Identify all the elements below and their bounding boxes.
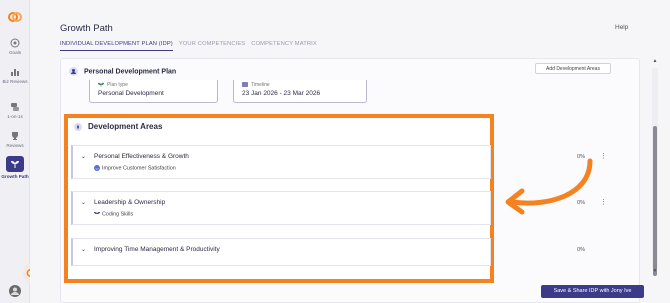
timeline-label: Timeline	[242, 82, 270, 88]
compass-icon	[74, 122, 82, 131]
development-area-goal: Coding Skills	[94, 211, 133, 217]
user-avatar-icon[interactable]	[9, 285, 21, 297]
timeline-field[interactable]: Timeline 23 Jan 2026 - 23 Mar 2026	[233, 80, 367, 103]
development-area-row[interactable]: ⌄ Improving Time Management & Productivi…	[71, 238, 491, 266]
page-title: Growth Path	[60, 23, 113, 34]
chevron-down-icon[interactable]: ⌄	[81, 246, 86, 253]
tab-competency-matrix[interactable]: COMPETENCY MATRIX	[251, 41, 317, 51]
trophy-icon	[12, 132, 18, 140]
sidebar-item-goals[interactable]: Goals	[0, 38, 30, 55]
tab-bar: INDIVIDUAL DEVELOPMENT PLAN (IDP) YOUR C…	[60, 41, 317, 51]
sidebar-item-reviews[interactable]: Reviews	[0, 131, 30, 148]
sidebar-item-label: 1-on-1s	[7, 114, 23, 119]
sidebar-item-label: Reviews	[6, 143, 24, 148]
help-link[interactable]: Help	[615, 24, 628, 31]
development-areas-header: Development Areas	[74, 122, 162, 131]
development-area-row[interactable]: ⌄ Leadership & Ownership Coding Skills	[71, 191, 491, 225]
development-area-goal: Improve Customer Satisfaction	[94, 165, 176, 171]
development-area-name: Personal Effectiveness & Growth	[94, 153, 189, 160]
plan-type-label-text: Plan type	[107, 82, 128, 88]
sprout-icon	[98, 82, 104, 88]
development-area-row[interactable]: ⌄ Personal Effectiveness & Growth Improv…	[71, 145, 491, 179]
sidebar-item-label: Biz Reviews	[2, 79, 28, 84]
add-development-areas-button[interactable]: Add Development Areas	[535, 63, 611, 74]
development-area-goal-text: Coding Skills	[102, 211, 134, 218]
target-icon	[10, 38, 20, 48]
development-areas-title: Development Areas	[88, 122, 163, 131]
development-areas-panel: Development Areas ⌄ Personal Effectivene…	[64, 114, 494, 283]
timeline-value: 23 Jan 2026 - 23 Mar 2026	[242, 90, 321, 97]
chevron-down-icon[interactable]: ⌄	[81, 153, 86, 160]
plan-type-field[interactable]: Plan type Personal Development	[89, 80, 218, 103]
chat-icon	[11, 103, 19, 111]
sidebar-item-1on1s[interactable]: 1-on-1s	[0, 102, 30, 119]
scroll-down-arrow[interactable]: ▼	[652, 268, 658, 274]
development-area-name: Improving Time Management & Productivity	[94, 246, 220, 253]
sprout-icon	[11, 161, 19, 168]
chart-icon	[11, 69, 19, 76]
save-share-idp-button[interactable]: Save & Share IDP with Jony Ive	[541, 285, 644, 298]
plan-header: Personal Development Plan	[69, 67, 176, 76]
sidebar-item-growth-path[interactable]: Growth Path	[0, 156, 30, 179]
sprout-icon	[94, 212, 100, 217]
plan-type-label: Plan type	[98, 82, 128, 88]
sidebar-item-biz-reviews[interactable]: Biz Reviews	[0, 67, 30, 84]
chevron-down-icon[interactable]: ⌄	[81, 199, 86, 206]
plan-type-value: Personal Development	[98, 90, 164, 97]
development-area-goal-text: Improve Customer Satisfaction	[102, 165, 176, 172]
tab-your-competencies[interactable]: YOUR COMPETENCIES	[179, 41, 245, 51]
left-nav-rail: Goals Biz Reviews 1-on-1s Reviews Growth…	[0, 0, 30, 303]
area-progress: 0%	[577, 247, 586, 253]
sidebar-item-label: Growth Path	[1, 174, 29, 179]
timeline-label-text: Timeline	[251, 82, 270, 88]
development-area-name: Leadership & Ownership	[94, 199, 166, 206]
annotation-arrow-icon	[505, 158, 593, 215]
scroll-up-arrow[interactable]: ▲	[652, 58, 658, 64]
calendar-icon	[242, 82, 248, 88]
tab-idp[interactable]: INDIVIDUAL DEVELOPMENT PLAN (IDP)	[60, 41, 173, 51]
app-logo-icon[interactable]	[8, 10, 22, 24]
scrollbar-thumb[interactable]	[653, 126, 657, 276]
smile-icon	[94, 165, 100, 171]
sidebar-item-label: Goals	[8, 50, 21, 55]
scrollbar[interactable]	[652, 68, 658, 276]
profile-icon	[69, 67, 78, 76]
plan-title: Personal Development Plan	[84, 68, 177, 76]
